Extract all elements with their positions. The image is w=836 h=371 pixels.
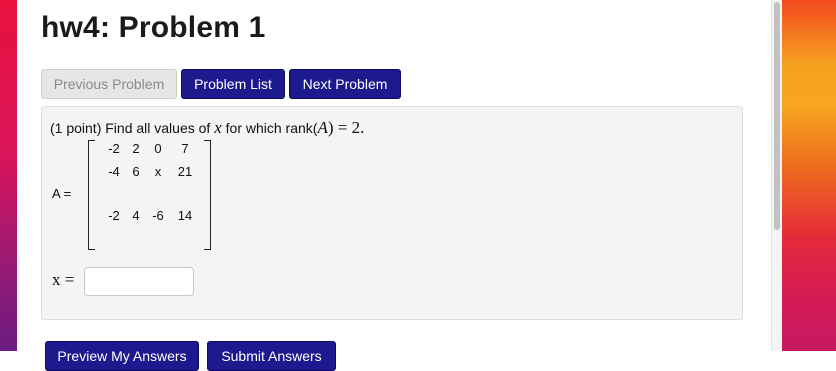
matrix-left-bracket <box>88 140 95 250</box>
next-problem-button[interactable]: Next Problem <box>289 69 401 99</box>
desktop-wallpaper-left <box>0 0 17 351</box>
matrix-cell: 14 <box>177 208 193 223</box>
problem-list-button[interactable]: Problem List <box>181 69 285 99</box>
matrix-cell: 7 <box>181 141 189 156</box>
previous-problem-button[interactable]: Previous Problem <box>41 69 177 99</box>
points-text: (1 point) Find all values of <box>50 120 211 136</box>
desktop-wallpaper-right <box>782 0 836 351</box>
page-title: hw4: Problem 1 <box>41 11 266 44</box>
matrix-cell: 2 <box>132 141 140 156</box>
submit-answers-button[interactable]: Submit Answers <box>207 341 336 371</box>
problem-statement: (1 point) Find all values of x for which… <box>50 118 364 138</box>
answer-label: x = <box>52 270 75 289</box>
matrix-cell: -6 <box>152 208 164 223</box>
matrix-cell: 0 <box>154 141 162 156</box>
matrix-cell: 4 <box>132 208 140 223</box>
variable-x: x <box>214 118 222 137</box>
matrix-cell: -2 <box>108 141 120 156</box>
rank-tail: ) = 2. <box>327 118 365 137</box>
matrix-label: A = <box>52 186 72 201</box>
matrix-cell: -4 <box>108 164 120 179</box>
matrix-cell: 21 <box>177 164 193 179</box>
preview-answers-button[interactable]: Preview My Answers <box>45 341 199 371</box>
matrix-cell: -2 <box>108 208 120 223</box>
matrix-name: A <box>317 118 328 137</box>
matrix-cell: x <box>154 164 162 179</box>
scrollbar-thumb[interactable] <box>774 2 780 230</box>
matrix-right-bracket <box>204 140 211 250</box>
rank-text: for which rank( <box>225 120 318 136</box>
answer-input[interactable] <box>84 267 194 296</box>
matrix-cell: 6 <box>132 164 140 179</box>
